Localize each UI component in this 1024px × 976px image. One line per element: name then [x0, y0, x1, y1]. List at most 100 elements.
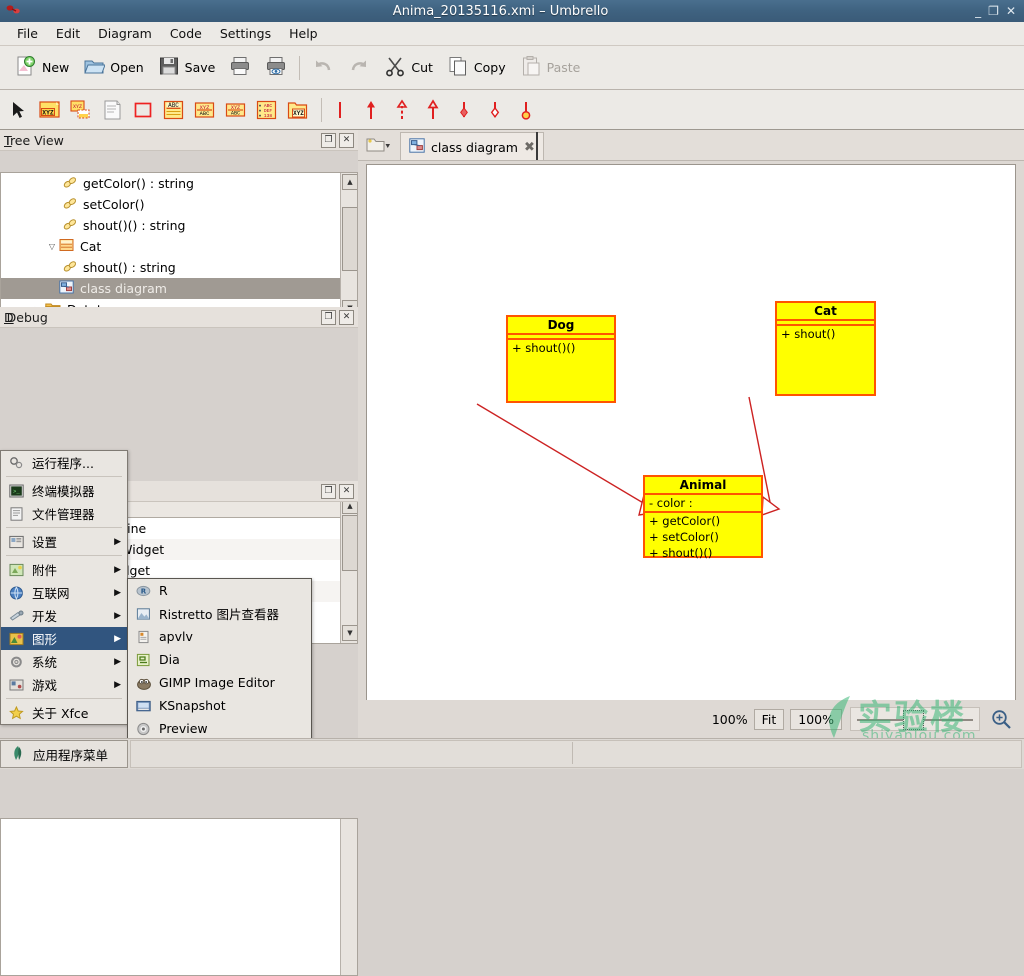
diagram-tabbar: class diagram ✖: [358, 130, 1024, 161]
association-arrow-tool[interactable]: [358, 95, 384, 125]
tab-list-button[interactable]: [366, 135, 394, 155]
graphics-item-dia[interactable]: Dia: [128, 648, 311, 671]
tab-class-diagram[interactable]: class diagram ✖: [400, 132, 544, 161]
aggregation-diamond-tool[interactable]: [482, 95, 508, 125]
diagram-icon: [59, 280, 74, 297]
diagram-workspace: class diagram ✖ Dog + shout()() Cat + sh…: [358, 130, 1024, 738]
box-tool[interactable]: [130, 95, 156, 125]
line-tool[interactable]: [327, 95, 353, 125]
uml-class-cat[interactable]: Cat + shout(): [775, 301, 876, 396]
tree-row-cat[interactable]: ▽ Cat: [1, 236, 357, 257]
generalization-arrow-tool[interactable]: [420, 95, 446, 125]
actor-abc-tool[interactable]: ABC: [161, 95, 187, 125]
note-tool[interactable]: [99, 95, 125, 125]
tree-row-cat-shout[interactable]: shout() : string: [1, 257, 357, 278]
save-button[interactable]: Save: [151, 49, 223, 87]
composition-filled-diamond-tool[interactable]: [451, 95, 477, 125]
dependency-dashed-tool[interactable]: [389, 95, 415, 125]
xfce-menu-item-about-xfce[interactable]: 关于 Xfce: [1, 701, 127, 724]
close-button[interactable]: ✕: [1006, 5, 1016, 17]
menu-help[interactable]: Help: [280, 23, 327, 44]
maximize-button[interactable]: ❐: [988, 5, 999, 17]
tree-view-list[interactable]: getColor() : string setColor() shout()()…: [0, 172, 358, 319]
xfce-menu-item-games[interactable]: 游戏 ▶: [1, 673, 127, 696]
uml-class-animal[interactable]: Animal - color : + getColor() + setColor…: [643, 475, 763, 560]
minimize-button[interactable]: _: [975, 5, 981, 17]
zoom-100-button[interactable]: 100%: [790, 708, 842, 730]
print-button[interactable]: [222, 49, 258, 87]
documentation-float-button[interactable]: ❐: [321, 483, 336, 499]
menu-edit[interactable]: Edit: [47, 23, 89, 44]
zoom-slider-handle[interactable]: [903, 710, 924, 730]
tree-view-close-button[interactable]: ✕: [339, 132, 354, 148]
entity-abc-def-tool[interactable]: ABC DEF 138: [254, 95, 280, 125]
xfce-menu-item-label: 游戏: [32, 678, 58, 693]
xfce-menu-item-settings[interactable]: 设置 ▶: [1, 530, 127, 553]
menu-code[interactable]: Code: [161, 23, 211, 44]
tree-view-scroll-thumb[interactable]: [342, 207, 357, 271]
menu-file[interactable]: File: [8, 23, 47, 44]
tree-view-float-button[interactable]: ❐: [321, 132, 336, 148]
uml-canvas[interactable]: Dog + shout()() Cat + shout() Animal - c…: [366, 164, 1016, 729]
xfce-menu-item-terminal[interactable]: >_ 终端模拟器: [1, 479, 127, 502]
tree-row-getcolor[interactable]: getColor() : string: [1, 173, 357, 194]
zoom-in-icon[interactable]: [990, 708, 1012, 733]
scroll-up-arrow-icon[interactable]: ▲: [342, 174, 357, 190]
debug-float-button[interactable]: ❐: [321, 309, 336, 325]
graphics-item-preview[interactable]: Preview: [128, 717, 311, 740]
debug-scrollbar[interactable]: ▲ ▼: [340, 497, 357, 643]
graphics-item-ksnapshot[interactable]: KSnapshot: [128, 694, 311, 717]
xfce-menu-item-internet[interactable]: 互联网 ▶: [1, 581, 127, 604]
xfce-menu-separator: [6, 698, 122, 699]
zoom-fit-button[interactable]: Fit: [753, 708, 785, 730]
undo-button[interactable]: [305, 49, 341, 87]
menu-settings[interactable]: Settings: [211, 23, 280, 44]
tree-row-setcolor[interactable]: setColor(): [1, 194, 357, 215]
taskbar-window-list[interactable]: [130, 740, 1022, 768]
collapse-twisty-icon[interactable]: ▽: [45, 242, 59, 251]
open-button[interactable]: Open: [76, 49, 150, 87]
xfce-menu-item-accessories[interactable]: 附件 ▶: [1, 558, 127, 581]
graphics-item-ristretto[interactable]: Ristretto 图片查看器: [128, 602, 311, 625]
documentation-close-button[interactable]: ✕: [339, 483, 354, 499]
new-document-icon: [15, 55, 37, 80]
toolbar-separator-1: [299, 55, 301, 80]
redo-button[interactable]: [341, 49, 377, 87]
package-xyz-tool[interactable]: XYZ: [285, 95, 311, 125]
usecase-xy-abc-tool[interactable]: XYZ ABC: [192, 95, 218, 125]
debug-scroll-thumb[interactable]: [342, 515, 357, 571]
zoom-slider[interactable]: [850, 707, 980, 731]
new-button[interactable]: New: [8, 49, 76, 87]
graphics-item-gimp[interactable]: GIMP Image Editor: [128, 671, 311, 694]
select-arrow-tool[interactable]: [6, 95, 32, 125]
menu-diagram[interactable]: Diagram: [89, 23, 161, 44]
class-xyz-tool[interactable]: XYZ: [37, 95, 63, 125]
xfce-menu-item-development[interactable]: 开发 ▶: [1, 604, 127, 627]
paste-button[interactable]: Paste: [513, 49, 588, 87]
application-menu-button[interactable]: 应用程序菜单: [0, 740, 128, 768]
xfce-menu-item-graphics[interactable]: 图形 ▶: [1, 627, 127, 650]
xfce-menu-item-run-program[interactable]: 运行程序...: [1, 451, 127, 474]
window-title: Anima_20135116.xmi – Umbrello: [392, 3, 609, 19]
scroll-down-arrow-icon[interactable]: ▼: [342, 625, 357, 641]
cut-button[interactable]: Cut: [377, 49, 440, 87]
tab-close-icon[interactable]: ✖: [524, 140, 535, 155]
component-xy-abc-tool[interactable]: XYZ ABC: [223, 95, 249, 125]
tree-view-scrollbar[interactable]: ▲ ▼: [340, 173, 357, 318]
anchor-circle-tool[interactable]: [513, 95, 539, 125]
xfce-menu-item-file-manager[interactable]: 文件管理器: [1, 502, 127, 525]
print-preview-button[interactable]: [258, 49, 294, 87]
object-tool[interactable]: XYZ: [68, 95, 94, 125]
xfce-menu-item-system[interactable]: 系统 ▶: [1, 650, 127, 673]
uml-class-dog[interactable]: Dog + shout()(): [506, 315, 616, 403]
graphics-item-apvlv[interactable]: apvlv: [128, 625, 311, 648]
tree-row-class-diagram[interactable]: class diagram: [1, 278, 357, 299]
copy-button[interactable]: Copy: [440, 49, 513, 87]
uml-class-name: Dog: [508, 317, 614, 335]
tree-row-shout-string[interactable]: shout()() : string: [1, 215, 357, 236]
graphics-item-r[interactable]: R R: [128, 579, 311, 602]
documentation-text-area[interactable]: [0, 818, 358, 976]
new-button-label: New: [42, 60, 70, 75]
documentation-scrollbar[interactable]: [340, 819, 357, 975]
debug-close-button[interactable]: ✕: [339, 309, 354, 325]
